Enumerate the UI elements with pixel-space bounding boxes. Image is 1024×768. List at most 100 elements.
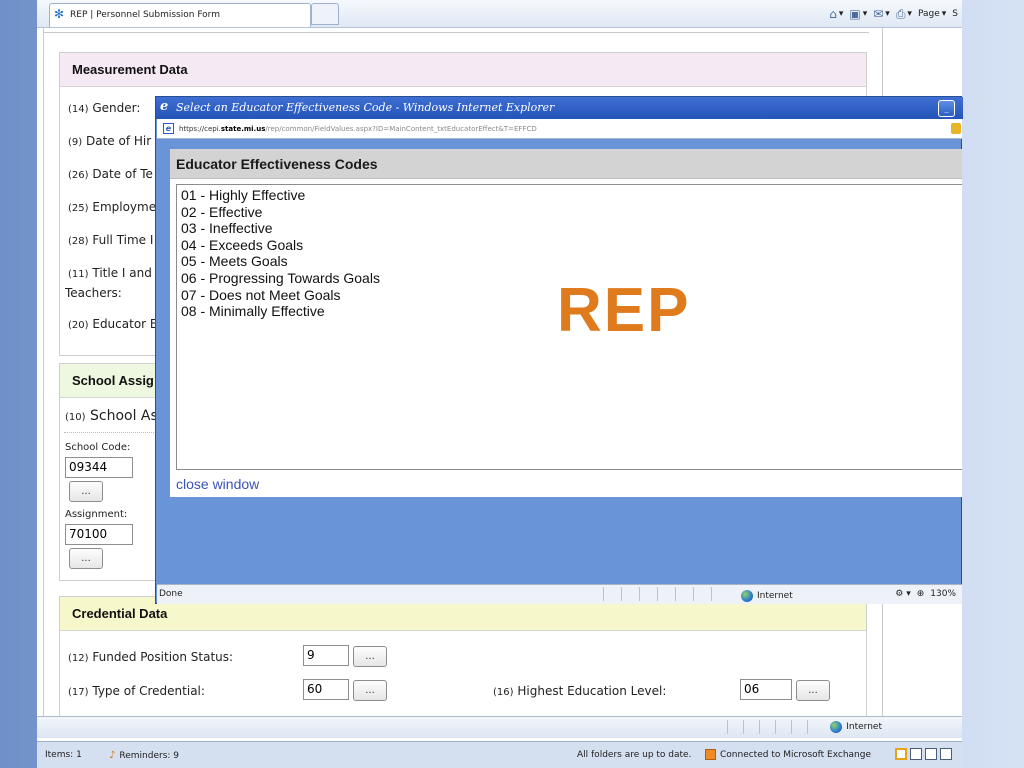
effectiveness-code-popup: e Select an Educator Effectiveness Code … xyxy=(155,96,963,604)
popup-status-bar: Done Internet ⚙ ▾ ⊕ 130% xyxy=(157,584,962,604)
credential-type-lookup-button[interactable]: ... xyxy=(353,680,387,701)
status-cells xyxy=(603,587,729,601)
field-number: (14) xyxy=(68,104,89,115)
outlook-status-bar: Items: 1 ♪ Reminders: 9 All folders are u… xyxy=(37,741,962,768)
field-number: (25) xyxy=(68,203,89,214)
zoom-level: 130% xyxy=(930,589,956,599)
code-option[interactable]: 02 - Effective xyxy=(181,204,958,221)
print-button[interactable]: ⎙ ▾ xyxy=(896,7,912,22)
home-icon: ⌂ xyxy=(829,7,837,21)
field-label: Date of Te xyxy=(92,167,153,181)
school-assignment-label: (10) School As xyxy=(65,408,158,424)
school-code-label: School Code: xyxy=(65,442,131,453)
page-left-border xyxy=(43,28,44,716)
other-view-button[interactable] xyxy=(940,748,952,760)
field-number: (26) xyxy=(68,170,89,181)
url-protocol: https://cepi. xyxy=(179,125,221,133)
assignment-lookup-button[interactable]: ... xyxy=(69,548,103,569)
popup-status-text: Done xyxy=(159,589,183,599)
bell-icon: ♪ xyxy=(109,750,116,761)
minimize-button[interactable]: _ xyxy=(938,100,955,117)
browser-tab[interactable]: ✻ REP | Personnel Submission Form xyxy=(49,3,311,27)
field-number: (20) xyxy=(68,320,89,331)
browser-status-bar: Internet xyxy=(37,716,962,738)
popup-title: Select an Educator Effectiveness Code - … xyxy=(176,101,555,114)
codes-header: Educator Effectiveness Codes xyxy=(170,149,962,179)
credential-type-input[interactable]: 60 xyxy=(303,679,349,700)
popup-security-zone[interactable]: Internet xyxy=(741,587,793,605)
code-option[interactable]: 04 - Exceeds Goals xyxy=(181,237,958,254)
field-label: Full Time I xyxy=(92,233,154,247)
sync-status: All folders are up to date. xyxy=(577,750,692,760)
educator-effectiveness-field-label: (20) Educator E xyxy=(68,317,158,331)
popup-address-bar[interactable]: e https://cepi.state.mi.us/rep/common/Fi… xyxy=(157,119,962,139)
field-number: (11) xyxy=(68,269,89,280)
exchange-icon xyxy=(705,749,716,760)
school-code-lookup-button[interactable]: ... xyxy=(69,481,103,502)
gender-field-label: (14) Gender: xyxy=(68,101,140,115)
assignment-label: Assignment: xyxy=(65,509,128,520)
field-number: (9) xyxy=(68,137,83,148)
url-host: state.mi.us xyxy=(220,125,266,133)
zoom-icon: ⊕ xyxy=(916,589,925,599)
funded-position-lookup-button[interactable]: ... xyxy=(353,646,387,667)
feeds-icon: ▣ xyxy=(849,7,861,21)
page-menu-button[interactable]: Page ▾ xyxy=(918,9,946,19)
mail-button[interactable]: ✉ ▾ xyxy=(873,7,890,21)
funded-position-input[interactable]: 9 xyxy=(303,645,349,666)
date-of-hire-field-label: (9) Date of Hir xyxy=(68,134,151,148)
zoom-control[interactable]: ⚙ ▾ ⊕ 130% xyxy=(895,585,956,603)
code-option[interactable]: 01 - Highly Effective xyxy=(181,187,958,204)
rep-logo: REP xyxy=(557,276,691,345)
full-time-field-label: (28) Full Time I xyxy=(68,233,153,247)
new-tab-button[interactable] xyxy=(311,3,339,25)
items-count: Items: 1 xyxy=(45,750,82,760)
table-view-button[interactable] xyxy=(925,748,937,760)
exchange-status[interactable]: Connected to Microsoft Exchange xyxy=(705,749,871,760)
field-number: (17) xyxy=(68,687,89,698)
internet-zone-icon xyxy=(830,721,843,733)
normal-view-button[interactable] xyxy=(895,748,907,760)
view-buttons xyxy=(895,748,952,760)
mail-icon: ✉ xyxy=(873,7,884,21)
field-label: School As xyxy=(89,408,158,424)
highest-education-lookup-button[interactable]: ... xyxy=(796,680,830,701)
field-label: Employme xyxy=(92,200,157,214)
security-zone[interactable]: Internet xyxy=(830,721,882,733)
code-option[interactable]: 05 - Meets Goals xyxy=(181,253,958,270)
page-icon: e xyxy=(163,123,174,134)
credential-data-section: Credential Data (12) Funded Position Sta… xyxy=(59,596,867,721)
reminders-button[interactable]: ♪ Reminders: 9 xyxy=(109,750,179,761)
field-label: Funded Position Status: xyxy=(92,650,234,664)
field-number: (28) xyxy=(68,236,89,247)
employment-field-label: (25) Employme xyxy=(68,200,156,214)
highest-education-input[interactable]: 06 xyxy=(740,679,792,700)
assignment-input[interactable]: 70100 xyxy=(65,524,133,545)
code-option[interactable]: 03 - Ineffective xyxy=(181,220,958,237)
close-window-link[interactable]: close window xyxy=(176,476,259,492)
safety-menu-button[interactable]: S xyxy=(952,9,958,19)
field-label: Highest Education Level: xyxy=(517,684,667,698)
reminders-label: Reminders: 9 xyxy=(119,750,180,761)
feeds-button[interactable]: ▣ ▾ xyxy=(849,7,867,21)
measurement-data-title: Measurement Data xyxy=(60,53,866,87)
field-label: Title I and xyxy=(92,266,152,280)
rep-favicon-icon: ✻ xyxy=(54,7,65,21)
ie-logo-icon: e xyxy=(160,99,169,114)
popup-title-bar: e Select an Educator Effectiveness Code … xyxy=(156,97,963,119)
top-divider xyxy=(43,32,869,33)
zone-label: Internet xyxy=(846,722,882,732)
credential-type-label: (17) Type of Credential: xyxy=(68,684,205,698)
field-number: (12) xyxy=(68,653,89,664)
funded-position-label: (12) Funded Position Status: xyxy=(68,650,233,664)
page-menu-label: Page xyxy=(917,9,940,19)
field-label: Gender: xyxy=(92,101,141,115)
field-label: Educator E xyxy=(92,317,158,331)
reading-view-button[interactable] xyxy=(910,748,922,760)
field-label: Teachers: xyxy=(65,286,122,300)
school-code-input[interactable]: 09344 xyxy=(65,457,133,478)
lock-icon[interactable] xyxy=(951,123,961,134)
field-label: Type of Credential: xyxy=(92,684,205,698)
codes-listbox[interactable]: 01 - Highly Effective 02 - Effective 03 … xyxy=(176,184,962,470)
home-button[interactable]: ⌂ ▾ xyxy=(829,7,843,21)
